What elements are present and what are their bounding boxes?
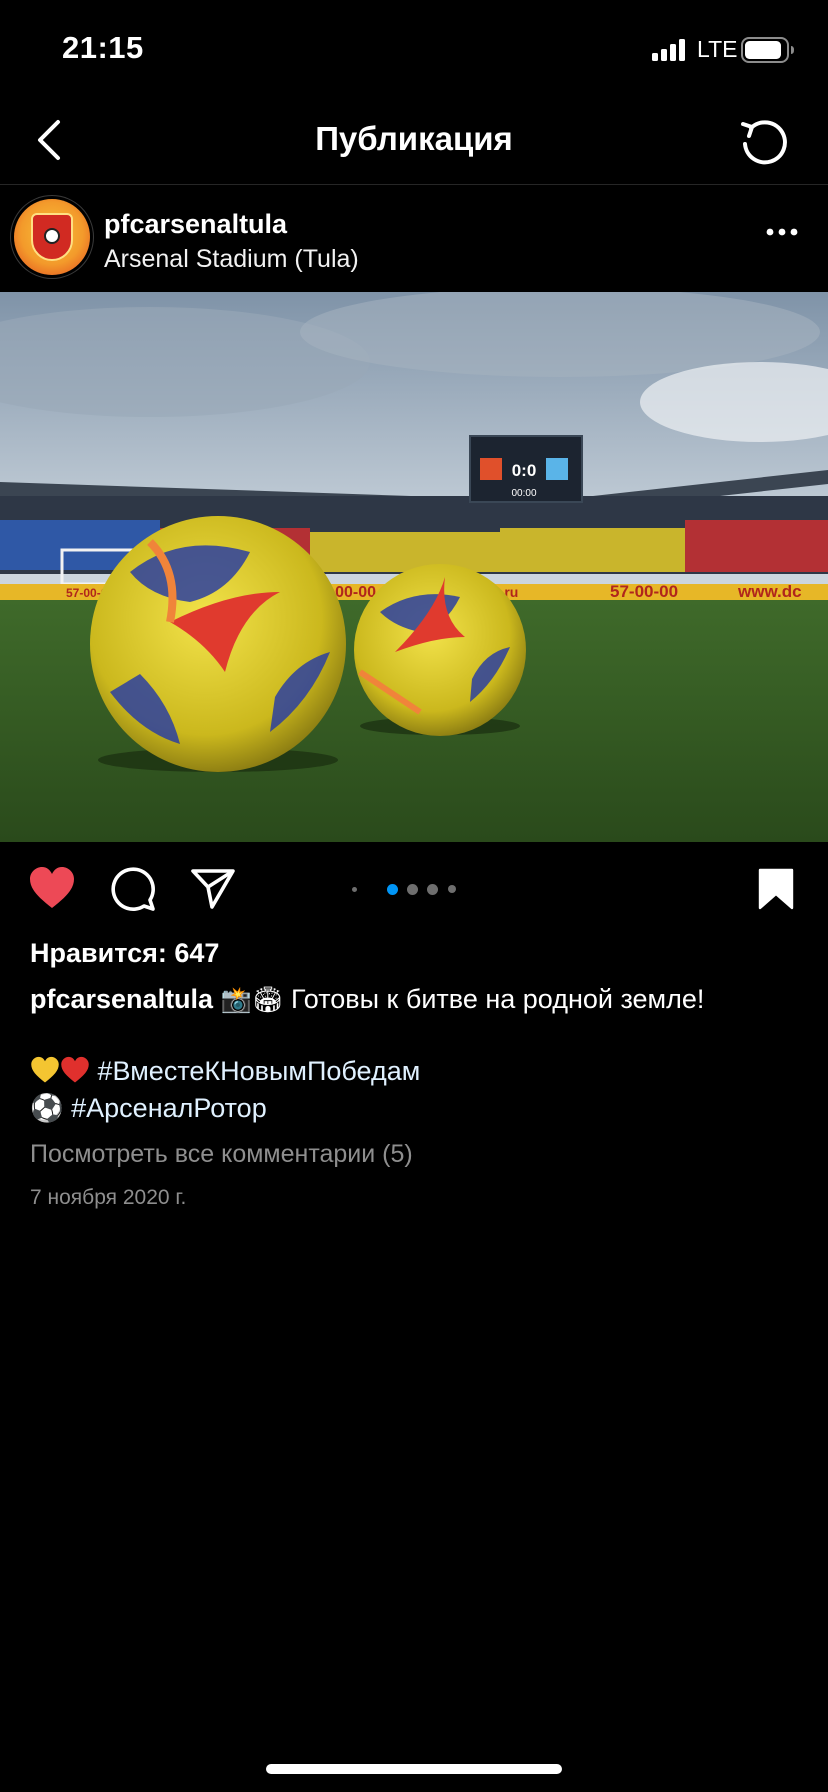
likes-count[interactable]: Нравится: 647: [30, 938, 219, 969]
status-bar: 21:15 LTE: [0, 0, 828, 100]
post-location[interactable]: Arsenal Stadium (Tula): [104, 245, 359, 274]
comment-icon[interactable]: [110, 866, 156, 912]
caption: pfcarsenaltula 📸🏟 Готовы к битве на родн…: [30, 984, 704, 1015]
network-label: LTE: [697, 36, 738, 62]
ad-board-text: 57-00-00: [610, 582, 678, 601]
battery-icon: [741, 37, 794, 63]
soccer-ball-icon: ⚽: [30, 1093, 64, 1123]
bookmark-icon[interactable]: [758, 868, 794, 910]
scoreboard-time: 00:00: [511, 488, 536, 499]
yellow-heart-icon: [31, 1056, 59, 1083]
heart-filled-icon[interactable]: [28, 866, 76, 910]
stadium-photo: 0:0 00:00 57-00-00 57-00-00 mru.ru 57-00…: [0, 292, 828, 842]
hashtag-line: #ВместеКНовымПобедам: [30, 1056, 420, 1087]
carousel-dot: [427, 884, 438, 895]
nav-bar: Публикация: [0, 100, 828, 185]
caption-username[interactable]: pfcarsenaltula: [30, 984, 213, 1014]
more-options-icon[interactable]: [764, 225, 804, 239]
carousel-dot: [448, 885, 456, 893]
view-all-comments-link[interactable]: Посмотреть все комментарии (5): [30, 1140, 413, 1169]
caption-emojis: 📸🏟: [220, 985, 284, 1014]
scoreboard-score: 0:0: [512, 461, 537, 480]
post-photo[interactable]: 0:0 00:00 57-00-00 57-00-00 mru.ru 57-00…: [0, 292, 828, 842]
hashtag-link[interactable]: #ВместеКНовымПобедам: [98, 1056, 421, 1086]
carousel-dot: [407, 884, 418, 895]
caption-text: Готовы к битве на родной земле!: [290, 984, 705, 1014]
action-bar: [0, 862, 828, 918]
post-username[interactable]: pfcarsenaltula: [104, 209, 287, 240]
carousel-dot-active: [387, 884, 398, 895]
ad-board-text: www.dc: [737, 582, 802, 601]
status-time: 21:15: [62, 30, 144, 65]
signal-icon: [652, 39, 685, 61]
hashtag-link[interactable]: #АрсеналРотор: [71, 1093, 267, 1123]
club-crest-icon: [31, 213, 73, 261]
hashtag-line: ⚽ #АрсеналРотор: [30, 1092, 267, 1124]
red-heart-icon: [61, 1056, 89, 1083]
home-indicator[interactable]: [266, 1764, 562, 1774]
avatar[interactable]: [14, 199, 90, 275]
refresh-icon[interactable]: [738, 116, 790, 168]
share-icon[interactable]: [190, 868, 236, 910]
page-title: Публикация: [315, 120, 513, 157]
post-header: pfcarsenaltula Arsenal Stadium (Tula): [0, 185, 828, 291]
carousel-dots: [350, 882, 460, 896]
carousel-dot: [352, 887, 357, 892]
post-date: 7 ноября 2020 г.: [30, 1186, 187, 1209]
